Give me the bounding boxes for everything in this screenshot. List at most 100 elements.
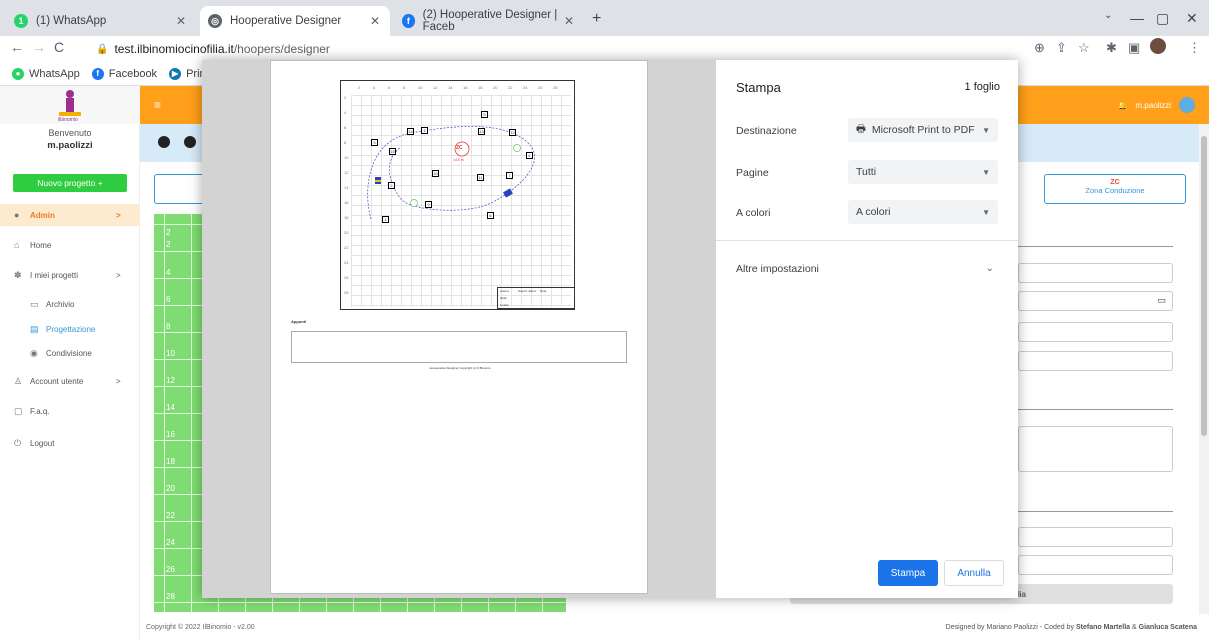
- sidebar-item-admin[interactable]: ● Admin >: [0, 204, 140, 226]
- canvas-tick: 4: [166, 268, 171, 277]
- obstacle-card[interactable]: [154, 174, 204, 204]
- scroll-thumb[interactable]: [1201, 136, 1207, 436]
- hamburger-icon[interactable]: ≡: [154, 98, 161, 112]
- obstacle-marker: 2: [388, 182, 395, 189]
- archive-icon: ▭: [30, 298, 39, 309]
- url-field[interactable]: 🔒 test.ilbinomiocinofilia.it /hoopers/de…: [96, 38, 1026, 60]
- tab-whatsapp[interactable]: 1 (1) WhatsApp ✕: [6, 6, 196, 36]
- zoom-icon[interactable]: ⊕: [1034, 40, 1045, 56]
- tab-hooperative-designer[interactable]: ◎ Hooperative Designer ✕: [200, 6, 390, 36]
- chevron-down-icon[interactable]: ⌄: [986, 263, 994, 274]
- zc-badge: ZC: [1110, 179, 1120, 186]
- tool-button[interactable]: [184, 136, 196, 148]
- sidebar-item-share[interactable]: ◉ Condivisione: [0, 342, 140, 364]
- bell-icon[interactable]: 🔔: [1117, 101, 1127, 110]
- tab-search-icon[interactable]: ⌄: [1104, 10, 1112, 21]
- bookmark-label: Facebook: [108, 67, 158, 80]
- destination-label: Destinazione: [736, 125, 797, 137]
- sidebar-item-account[interactable]: ♙ Account utente >: [0, 370, 140, 392]
- whatsapp-icon: ●: [12, 67, 24, 80]
- sidebar-item-my-projects[interactable]: ✽ I miei progetti >: [0, 264, 140, 286]
- date-input[interactable]: ▭: [1018, 291, 1173, 311]
- maximize-icon[interactable]: ▢: [1156, 10, 1169, 27]
- profile-avatar[interactable]: [1150, 38, 1166, 54]
- color-select[interactable]: A colori ▼: [848, 200, 998, 224]
- color-label: A colori: [736, 207, 771, 219]
- bookmark-label: WhatsApp: [29, 67, 80, 80]
- sidebar-item-home[interactable]: ⌂ Home: [0, 234, 140, 256]
- sidebar-item-logout[interactable]: ⏻ Logout: [0, 432, 140, 454]
- canvas-tick: 6: [166, 295, 171, 304]
- bookmark-facebook[interactable]: f Facebook: [91, 67, 158, 80]
- extensions-icon[interactable]: ✱: [1106, 40, 1117, 56]
- form-input[interactable]: [1018, 263, 1173, 283]
- chevron-down-icon: ▼: [982, 167, 990, 177]
- forward-icon[interactable]: →: [32, 39, 46, 55]
- close-icon[interactable]: ✕: [564, 14, 574, 28]
- zone-conduction-card[interactable]: ZC Zona Conduzione: [1044, 174, 1186, 204]
- canvas-tick: 20: [166, 484, 175, 493]
- bookmark-whatsapp[interactable]: ● WhatsApp: [12, 67, 80, 80]
- close-icon[interactable]: ✕: [370, 14, 380, 28]
- form-input[interactable]: [1018, 555, 1173, 575]
- app-logo: ilbinomio: [0, 86, 140, 124]
- avatar[interactable]: [1179, 97, 1195, 113]
- pages-select[interactable]: Tutti ▼: [848, 160, 998, 184]
- prime-icon: ▶: [169, 67, 182, 80]
- sidebar-item-faq[interactable]: ▢ F.a.q.: [0, 400, 140, 422]
- url-host: test.ilbinomiocinofilia.it: [114, 42, 234, 56]
- tab-title: (1) WhatsApp: [36, 15, 107, 27]
- canvas-tick: 18: [166, 457, 175, 466]
- info-surface: Superf. allent:: [518, 289, 537, 293]
- sidebar-item-label: F.a.q.: [30, 406, 50, 416]
- info-date: Data:: [500, 296, 508, 300]
- form-input[interactable]: [1018, 322, 1173, 342]
- info-notes: Note:: [540, 289, 548, 293]
- tab-title: Hooperative Designer: [230, 15, 342, 27]
- destination-select[interactable]: 🖶 Microsoft Print to PDF ▼: [848, 118, 998, 142]
- close-icon[interactable]: ✕: [176, 14, 186, 28]
- design-icon: ▤: [30, 323, 39, 334]
- footer-credits: Designed by Mariano Paolizzi - Coded by …: [946, 624, 1197, 631]
- calendar-icon[interactable]: ▭: [1157, 295, 1166, 306]
- sidebar-item-archive[interactable]: ▭ Archivio: [0, 293, 140, 315]
- user-menu[interactable]: 🔔 m.paolizzi: [1117, 97, 1195, 113]
- back-icon[interactable]: ←: [10, 39, 24, 55]
- new-tab-icon[interactable]: +: [592, 10, 601, 28]
- new-project-button[interactable]: Nuovo progetto +: [13, 174, 127, 192]
- tool-button[interactable]: [158, 136, 170, 148]
- canvas-tick: 2: [166, 240, 171, 249]
- sidebar-item-design[interactable]: ▤ Progettazione: [0, 318, 140, 340]
- form-input[interactable]: [1018, 527, 1173, 547]
- cancel-button[interactable]: Annulla: [944, 560, 1004, 586]
- page-scrollbar[interactable]: [1199, 124, 1209, 614]
- more-settings-toggle[interactable]: Altre impostazioni: [736, 263, 819, 275]
- sidebar-item-label: Logout: [30, 438, 55, 448]
- print-button[interactable]: Stampa: [878, 560, 938, 586]
- dialog-title: Stampa: [736, 80, 781, 95]
- star-icon[interactable]: ☆: [1078, 40, 1090, 56]
- course-path: [367, 126, 535, 220]
- whatsapp-icon: 1: [14, 14, 28, 28]
- canvas-tick: 22: [166, 511, 175, 520]
- faq-icon: ▢: [14, 405, 23, 416]
- canvas-tick: 26: [166, 565, 175, 574]
- obstacle-marker: 13: [478, 128, 485, 135]
- sidebar-item-label: Home: [30, 240, 52, 250]
- zone-label: Zona Conduzione: [1085, 186, 1145, 195]
- obstacle-marker: 7: [506, 172, 513, 179]
- sheet-count: 1 foglio: [964, 81, 1000, 93]
- form-textarea[interactable]: [1018, 426, 1173, 472]
- tab-facebook[interactable]: f (2) Hooperative Designer | Faceb ✕: [394, 6, 584, 36]
- menu-icon[interactable]: ⋮: [1188, 40, 1201, 56]
- course-info-table: Autore: Superf. allent: Data: Livello: N…: [497, 287, 575, 309]
- minimize-icon[interactable]: —: [1130, 10, 1144, 26]
- sidebar-item-label: Archivio: [46, 299, 75, 309]
- facebook-icon: f: [91, 67, 104, 80]
- obstacle-marker: 4: [421, 127, 428, 134]
- sidepanel-icon[interactable]: ▣: [1128, 40, 1140, 56]
- close-window-icon[interactable]: ✕: [1186, 10, 1198, 27]
- reload-icon[interactable]: C: [54, 39, 64, 55]
- form-input[interactable]: [1018, 351, 1173, 371]
- share-icon[interactable]: ⇪: [1056, 40, 1067, 56]
